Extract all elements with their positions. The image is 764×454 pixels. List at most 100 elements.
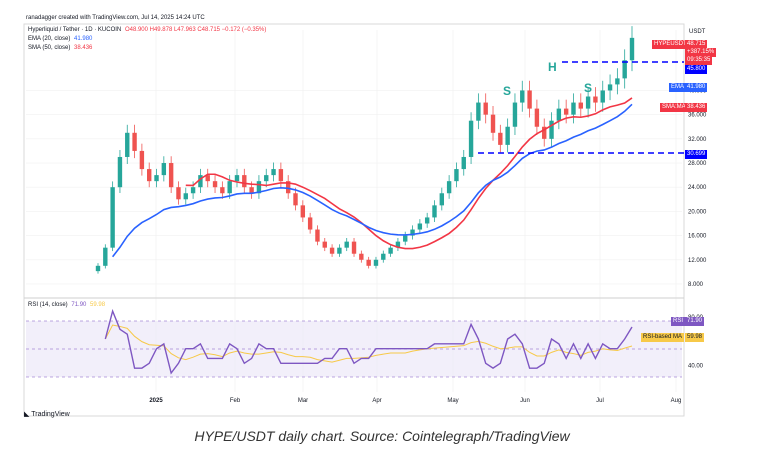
candle-body xyxy=(315,229,320,242)
candle-body xyxy=(103,247,108,266)
symbol-legend[interactable]: Hyperliquid / Tether · 1D · KUCOIN O48.9… xyxy=(28,26,266,34)
candle-body xyxy=(95,265,101,272)
time-tick-label: Aug xyxy=(671,398,682,404)
time-tick-label: Mar xyxy=(298,398,308,404)
price-tick-label: 28.000 xyxy=(688,161,707,167)
candle-body xyxy=(183,193,188,200)
countdown-tag: 09:35:35 xyxy=(685,56,713,65)
candle-body xyxy=(366,259,371,266)
ema-legend[interactable]: EMA (20, close) 41.980 xyxy=(28,35,92,43)
candle-body xyxy=(527,90,532,109)
sma-legend-value: 38.436 xyxy=(74,45,93,51)
rsi-tick-label: 40.00 xyxy=(688,364,704,370)
candle-body xyxy=(468,120,474,157)
candle-body xyxy=(381,253,386,260)
candle-body xyxy=(373,259,379,266)
candle-body xyxy=(439,193,445,206)
rsi-legend-label: RSI (14, close) xyxy=(28,302,68,308)
price-tick-label: 36.000 xyxy=(688,113,707,119)
tradingview-logo[interactable]: ◣ TradingView xyxy=(24,410,70,418)
candle-body xyxy=(578,102,583,109)
candle-body xyxy=(176,187,181,200)
candle-body xyxy=(278,169,284,182)
candle-body xyxy=(615,78,620,85)
candle-body xyxy=(417,223,423,230)
rsi-ma-legend-value: 59.98 xyxy=(90,302,106,308)
candle-body xyxy=(498,132,503,145)
time-tick-label: May xyxy=(447,398,458,404)
time-tick-label: 2025 xyxy=(149,398,163,404)
candle-body xyxy=(190,187,196,194)
candle-body xyxy=(607,84,613,91)
candle-body xyxy=(161,163,167,176)
candle-body xyxy=(322,241,327,248)
time-tick-label: Feb xyxy=(230,398,241,404)
candle-body xyxy=(483,102,488,115)
candle-body xyxy=(227,181,232,194)
candle-body xyxy=(629,37,635,61)
rsi-ma-tag-label: RSI-based MA xyxy=(641,333,685,342)
candle-body xyxy=(622,60,627,79)
candle-body xyxy=(271,169,276,176)
candle-body xyxy=(117,156,123,188)
candle-body xyxy=(344,241,349,248)
ema-tag-value: 41.980 xyxy=(685,83,708,92)
price-tick-label: 12.000 xyxy=(688,258,707,264)
tradingview-logo-icon: ◣ xyxy=(24,411,30,418)
sma-legend[interactable]: SMA (50, close) 38.436 xyxy=(28,44,92,52)
candle-body xyxy=(593,96,598,103)
chart-canvas: 8.000 12.000 16.000 20.000 24.000 28.000 32.00… xyxy=(23,23,707,417)
price-tick-label: 32.000 xyxy=(688,137,707,143)
candle-body xyxy=(154,175,159,182)
candle-body xyxy=(242,175,247,188)
annotation-right-shoulder: S xyxy=(584,81,592,95)
price-tick-label: 24.000 xyxy=(688,185,707,191)
candle-body xyxy=(132,132,137,151)
candle-body xyxy=(461,156,466,170)
candle-body xyxy=(234,175,240,182)
support-tag: 30.699 xyxy=(685,150,708,159)
candle-body xyxy=(534,108,540,127)
symbol-tag: HYPEUSDT xyxy=(652,40,689,49)
candle-body xyxy=(212,181,218,188)
candle-body xyxy=(293,193,298,206)
price-tick-label: 20.000 xyxy=(688,209,707,215)
candle-body xyxy=(520,90,525,103)
candle-body xyxy=(490,114,496,133)
candle-body xyxy=(446,181,452,194)
candle-body xyxy=(139,150,145,170)
ema-legend-value: 41.980 xyxy=(74,36,93,42)
price-axis: 8.000 12.000 16.000 20.000 24.000 28.000 32.00… xyxy=(688,88,707,369)
candle-body xyxy=(571,102,576,115)
candle-body xyxy=(351,241,357,254)
rsi-tag-label: RSI xyxy=(671,317,686,326)
ema-legend-label: EMA (20, close) xyxy=(28,36,71,42)
candle-body xyxy=(563,108,569,115)
rsi-legend[interactable]: RSI (14, close) 71.90 59.98 xyxy=(28,301,105,309)
annotation-left-shoulder: S xyxy=(503,84,511,98)
time-tick-label: Apr xyxy=(372,398,381,404)
candle-body xyxy=(359,253,364,260)
annotation-head: H xyxy=(548,60,557,74)
resistance-tag: 45.800 xyxy=(685,65,708,74)
rsi-legend-value: 71.90 xyxy=(71,302,87,308)
price-tick-label: 16.000 xyxy=(688,234,707,240)
sma-tag-value: 38.436 xyxy=(685,103,708,112)
candle-body xyxy=(264,175,269,182)
currency-label: USDT xyxy=(689,29,706,35)
candle-body xyxy=(432,205,437,218)
candle-body xyxy=(125,132,130,157)
candle-body xyxy=(147,169,152,182)
candle-body xyxy=(549,120,554,139)
candle-body xyxy=(168,163,174,188)
figure-caption: HYPE/USDT daily chart. Source: Cointeleg… xyxy=(194,428,570,444)
candle-body xyxy=(424,217,430,224)
rsi-tag-value: 71.90 xyxy=(685,317,705,326)
candle-body xyxy=(388,247,393,254)
candle-body xyxy=(556,108,562,121)
candle-body xyxy=(505,126,510,145)
symbol-name: Hyperliquid / Tether · 1D · KUCOIN xyxy=(28,27,122,33)
candle-body xyxy=(476,102,481,121)
candle-body xyxy=(307,217,313,230)
candle-body xyxy=(600,90,605,103)
